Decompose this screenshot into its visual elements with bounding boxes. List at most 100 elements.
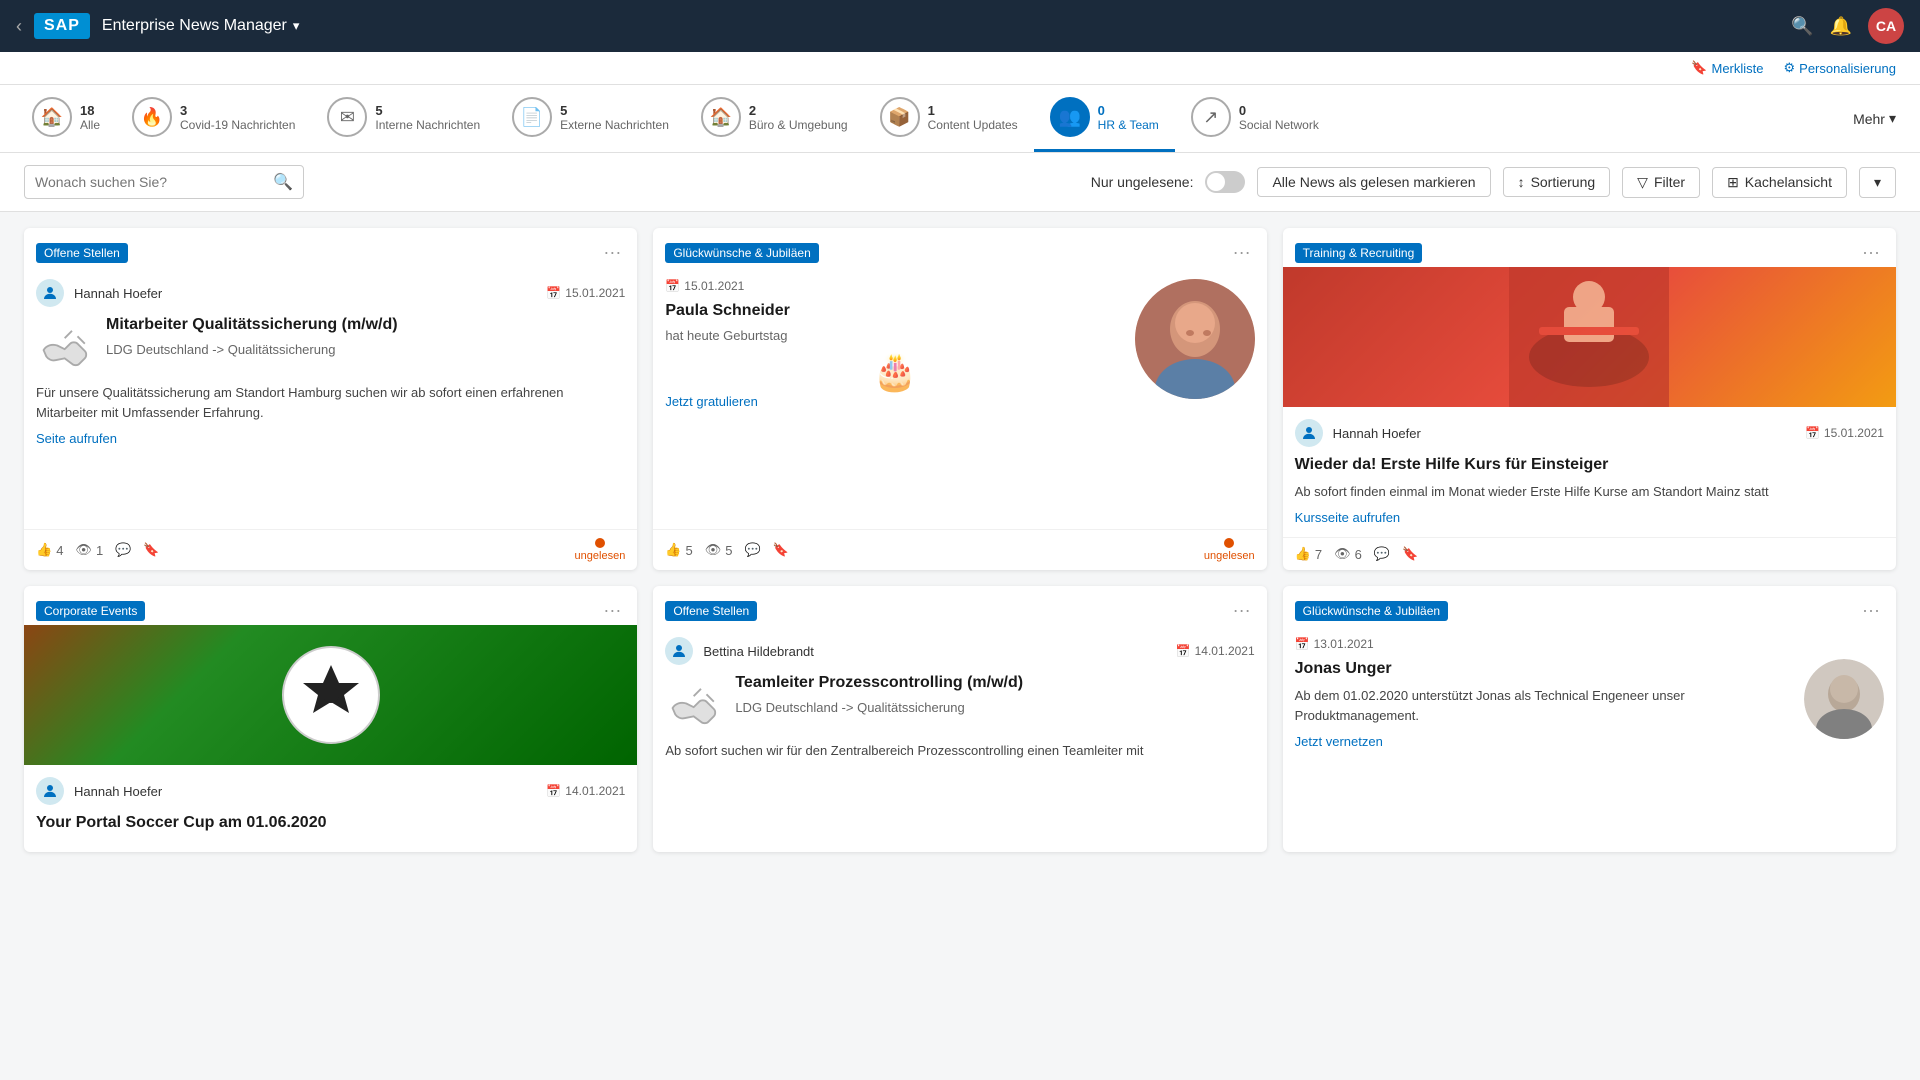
merkliste-link[interactable]: 🔖 Merkliste [1691,60,1763,76]
like-button[interactable]: 👍 7 [1295,546,1322,562]
news-card-card4: Corporate Events ··· Hannah Hoefer 📅 14.… [24,586,637,852]
category-item-hr[interactable]: 👥 0 HR & Team [1034,85,1175,152]
view-count: 👁 6 [1334,546,1362,562]
card-tag: Offene Stellen [36,243,128,263]
category-item-content[interactable]: 📦 1 Content Updates [864,85,1034,152]
header-icons: 🔍 🔔 CA [1791,8,1904,44]
card-text: Ab dem 01.02.2020 unterstützt Jonas als … [1295,686,1794,725]
comment-button[interactable]: 💬 [115,542,131,558]
calendar-icon: 📅 [1805,426,1820,440]
alle-gelesen-button[interactable]: Alle News als gelesen markieren [1257,167,1490,197]
comment-button[interactable]: 💬 [1374,546,1390,562]
category-count: 0 [1098,103,1159,118]
card-date: 📅 15.01.2021 [1805,426,1884,440]
bookmark-button[interactable]: 🔖 [1402,546,1418,562]
category-item-buero[interactable]: 🏠 2 Büro & Umgebung [685,85,864,152]
eye-icon: 👁 [705,542,722,558]
card-date: 📅 14.01.2021 [1176,644,1255,658]
card-header: Offene Stellen ··· [24,228,637,267]
personalisierung-icon: ⚙ [1784,60,1796,76]
category-label: Social Network [1239,118,1319,132]
view-dropdown-button[interactable]: ▾ [1859,167,1896,198]
category-icon: 👥 [1050,97,1090,137]
toolbar: 🔖 Merkliste ⚙ Personalisierung [0,52,1920,85]
author-name: Hannah Hoefer [1333,426,1421,441]
card-action-link[interactable]: Kursseite aufrufen [1295,510,1401,525]
category-item-alle[interactable]: 🏠 18 Alle [16,85,116,152]
thumbs-up-icon: 👍 [1295,546,1311,562]
card-subtitle: LDG Deutschland -> Qualitätssicherung [106,342,625,357]
card-menu-button[interactable]: ··· [599,238,625,267]
avatar [1295,419,1323,447]
thumbs-up-icon: 👍 [665,542,681,558]
card-tag: Training & Recruiting [1295,243,1423,263]
nur-ungelesene-label: Nur ungelesene: [1091,174,1194,190]
unread-badge: ungelesen [575,538,626,562]
comment-button[interactable]: 💬 [745,542,761,558]
chevron-down-icon: ▾ [1889,110,1896,127]
category-item-covid[interactable]: 🔥 3 Covid-19 Nachrichten [116,85,311,152]
card-date: 📅 14.01.2021 [546,784,625,798]
like-button[interactable]: 👍 5 [665,542,692,558]
card-header: Training & Recruiting ··· [1283,228,1896,267]
calendar-icon: 📅 [1176,644,1191,658]
eye-icon: 👁 [75,542,92,558]
filter-icon: ▽ [1637,174,1648,191]
card-footer: 👍 4 👁 1 💬 🔖 ungelesen [24,529,637,570]
search-input[interactable] [35,174,265,190]
category-count: 18 [80,103,100,118]
category-label: Covid-19 Nachrichten [180,118,295,132]
news-card-card2: Glückwünsche & Jubiläen ··· 📅 15.01.2021… [653,228,1266,570]
kachelansicht-button[interactable]: ⊞ Kachelansicht [1712,167,1847,198]
bookmark-button[interactable]: 🔖 [143,542,159,558]
card-menu-button[interactable]: ··· [1858,596,1884,625]
notification-bell-button[interactable]: 🔔 [1830,16,1852,37]
card-menu-button[interactable]: ··· [1858,238,1884,267]
sortierung-button[interactable]: ↕ Sortierung [1503,167,1611,197]
category-item-social[interactable]: ↗ 0 Social Network [1175,85,1335,152]
card-action-link[interactable]: Jetzt gratulieren [665,394,758,409]
card-date: 📅 13.01.2021 [1295,637,1884,651]
like-button[interactable]: 👍 4 [36,542,63,558]
author-name: Hannah Hoefer [74,286,162,301]
card-action-link[interactable]: Jetzt vernetzen [1295,734,1383,749]
mehr-label: Mehr [1853,111,1885,127]
avatar [36,279,64,307]
category-info: 1 Content Updates [928,103,1018,132]
search-icon-button[interactable]: 🔍 [1791,16,1813,37]
category-item-extern[interactable]: 📄 5 Externe Nachrichten [496,85,685,152]
card-title: Paula Schneider [665,301,1124,322]
back-button[interactable]: ‹ [16,16,22,37]
card-meta: Hannah Hoefer 📅 15.01.2021 [1295,419,1884,447]
view-count: 👁 5 [705,542,733,558]
calendar-icon: 📅 [546,286,561,300]
view-count: 👁 1 [75,542,103,558]
category-icon: ✉ [327,97,367,137]
news-card-card3: Training & Recruiting ··· Hanna [1283,228,1896,570]
card-header: Glückwünsche & Jubiläen ··· [653,228,1266,267]
sort-icon: ↕ [1518,174,1525,190]
thumbs-up-icon: 👍 [36,542,52,558]
user-avatar-button[interactable]: CA [1868,8,1904,44]
category-info: 18 Alle [80,103,100,132]
ungelesene-toggle[interactable] [1205,171,1245,193]
card-text: Ab sofort finden einmal im Monat wieder … [1295,482,1884,502]
category-item-intern[interactable]: ✉ 5 Interne Nachrichten [311,85,496,152]
card-menu-button[interactable]: ··· [599,596,625,625]
card-text: Ab sofort suchen wir für den Zentralbere… [665,741,1254,761]
search-icon[interactable]: 🔍 [273,172,293,192]
category-count: 3 [180,103,295,118]
card-action-link[interactable]: Seite aufrufen [36,431,117,446]
bookmark-button[interactable]: 🔖 [773,542,789,558]
author-name: Bettina Hildebrandt [703,644,814,659]
card-menu-button[interactable]: ··· [1229,238,1255,267]
mehr-button[interactable]: Mehr ▾ [1845,98,1904,139]
card-subtitle: hat heute Geburtstag [665,328,1124,343]
filter-button[interactable]: ▽ Filter [1622,167,1700,198]
card-body: 📅 13.01.2021 Jonas Unger Ab dem 01.02.20… [1283,625,1896,852]
card-date: 📅 15.01.2021 [546,286,625,300]
category-info: 0 HR & Team [1098,103,1159,132]
card-header: Glückwünsche & Jubiläen ··· [1283,586,1896,625]
personalisierung-link[interactable]: ⚙ Personalisierung [1784,60,1897,76]
card-menu-button[interactable]: ··· [1229,596,1255,625]
